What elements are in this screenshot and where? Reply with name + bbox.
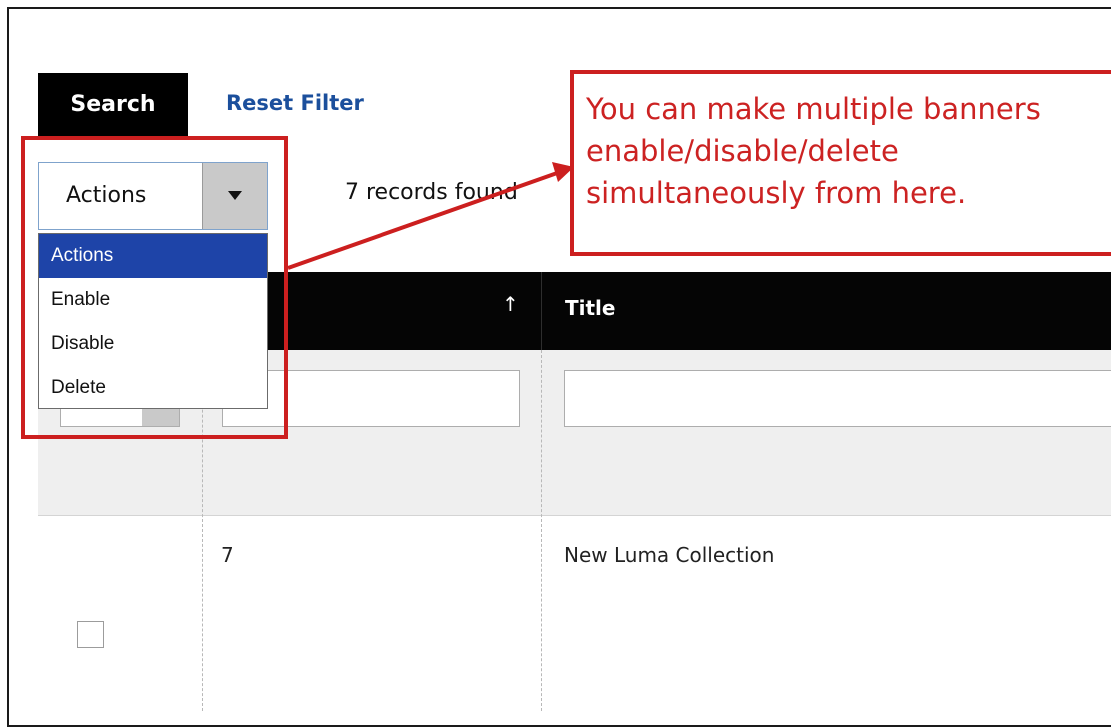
annotation-callout: You can make multiple banners enable/dis… — [570, 70, 1111, 256]
annotation-text: You can make multiple banners enable/dis… — [586, 92, 1041, 210]
